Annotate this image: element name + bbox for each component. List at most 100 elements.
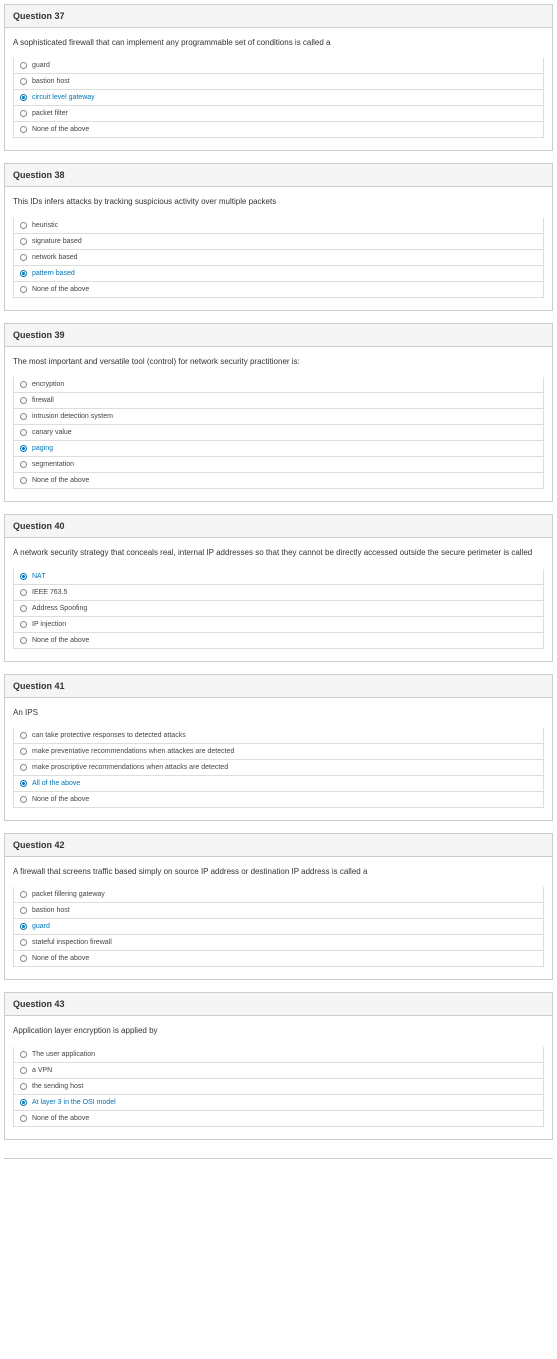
- answer-option[interactable]: IEEE 763.5: [13, 585, 544, 601]
- answer-option[interactable]: All of the above: [13, 776, 544, 792]
- answer-option[interactable]: signature based: [13, 234, 544, 250]
- radio-icon[interactable]: [20, 955, 27, 962]
- answer-option[interactable]: packet filter: [13, 106, 544, 122]
- answer-option[interactable]: bastion host: [13, 903, 544, 919]
- answer-option[interactable]: At layer 3 in the OSI model: [13, 1095, 544, 1111]
- answer-option[interactable]: a VPN: [13, 1063, 544, 1079]
- answer-option[interactable]: NAT: [13, 569, 544, 585]
- radio-icon[interactable]: [20, 1051, 27, 1058]
- answer-option[interactable]: packet fillering gateway: [13, 887, 544, 903]
- radio-icon[interactable]: [20, 605, 27, 612]
- answer-option[interactable]: bastion host: [13, 74, 544, 90]
- question-header: Question 40: [5, 515, 552, 538]
- radio-icon[interactable]: [20, 573, 27, 580]
- answer-option[interactable]: None of the above: [13, 473, 544, 489]
- questions-container: Question 37A sophisticated firewall that…: [4, 4, 553, 1140]
- answer-option[interactable]: make preventative recommendations when a…: [13, 744, 544, 760]
- answer-option[interactable]: None of the above: [13, 951, 544, 967]
- answer-label: IP injection: [32, 621, 66, 628]
- radio-icon[interactable]: [20, 780, 27, 787]
- radio-icon[interactable]: [20, 270, 27, 277]
- answer-option[interactable]: firewall: [13, 393, 544, 409]
- question-header: Question 38: [5, 164, 552, 187]
- answer-label: packet fillering gateway: [32, 891, 105, 898]
- radio-icon[interactable]: [20, 637, 27, 644]
- question-prompt: An IPS: [13, 708, 544, 718]
- radio-icon[interactable]: [20, 445, 27, 452]
- answer-option[interactable]: can take protective responses to detecte…: [13, 728, 544, 744]
- radio-icon[interactable]: [20, 222, 27, 229]
- radio-icon[interactable]: [20, 397, 27, 404]
- radio-icon[interactable]: [20, 413, 27, 420]
- answer-option[interactable]: segmentation: [13, 457, 544, 473]
- radio-icon[interactable]: [20, 286, 27, 293]
- radio-icon[interactable]: [20, 923, 27, 930]
- answer-label: None of the above: [32, 637, 89, 644]
- answer-option[interactable]: None of the above: [13, 633, 544, 649]
- answer-option[interactable]: heuristic: [13, 218, 544, 234]
- radio-icon[interactable]: [20, 477, 27, 484]
- answer-label: heuristic: [32, 222, 58, 229]
- radio-icon[interactable]: [20, 1083, 27, 1090]
- answer-option[interactable]: intrusion detection system: [13, 409, 544, 425]
- radio-icon[interactable]: [20, 748, 27, 755]
- answer-option[interactable]: guard: [13, 919, 544, 935]
- answer-label: IEEE 763.5: [32, 589, 67, 596]
- question-card: Question 42A firewall that screens traff…: [4, 833, 553, 980]
- radio-icon[interactable]: [20, 381, 27, 388]
- radio-icon[interactable]: [20, 939, 27, 946]
- answer-option[interactable]: None of the above: [13, 1111, 544, 1127]
- answer-option[interactable]: None of the above: [13, 792, 544, 808]
- answer-label: bastion host: [32, 78, 70, 85]
- answer-option[interactable]: Address Spoofing: [13, 601, 544, 617]
- radio-icon[interactable]: [20, 891, 27, 898]
- question-card: Question 40A network security strategy t…: [4, 514, 553, 661]
- radio-icon[interactable]: [20, 907, 27, 914]
- footer-divider: [4, 1158, 553, 1159]
- radio-icon[interactable]: [20, 429, 27, 436]
- answer-option[interactable]: the sending host: [13, 1079, 544, 1095]
- question-header: Question 37: [5, 5, 552, 28]
- radio-icon[interactable]: [20, 764, 27, 771]
- radio-icon[interactable]: [20, 1067, 27, 1074]
- radio-icon[interactable]: [20, 62, 27, 69]
- question-header: Question 39: [5, 324, 552, 347]
- question-body: A sophisticated firewall that can implem…: [5, 28, 552, 150]
- radio-icon[interactable]: [20, 621, 27, 628]
- answer-option[interactable]: guard: [13, 58, 544, 74]
- radio-icon[interactable]: [20, 94, 27, 101]
- radio-icon[interactable]: [20, 1099, 27, 1106]
- answer-option[interactable]: make proscriptive recommendations when a…: [13, 760, 544, 776]
- radio-icon[interactable]: [20, 461, 27, 468]
- radio-icon[interactable]: [20, 589, 27, 596]
- answer-option[interactable]: The user application: [13, 1047, 544, 1063]
- radio-icon[interactable]: [20, 78, 27, 85]
- radio-icon[interactable]: [20, 110, 27, 117]
- answer-label: pattern based: [32, 270, 75, 277]
- question-body: A network security strategy that conceal…: [5, 538, 552, 660]
- question-prompt: The most important and versatile tool (c…: [13, 357, 544, 367]
- radio-icon[interactable]: [20, 732, 27, 739]
- radio-icon[interactable]: [20, 238, 27, 245]
- radio-icon[interactable]: [20, 1115, 27, 1122]
- answer-label: At layer 3 in the OSI model: [32, 1099, 116, 1106]
- answer-label: None of the above: [32, 1115, 89, 1122]
- answer-label: packet filter: [32, 110, 68, 117]
- answer-option[interactable]: IP injection: [13, 617, 544, 633]
- answer-option[interactable]: paging: [13, 441, 544, 457]
- answer-option[interactable]: canary value: [13, 425, 544, 441]
- answer-option[interactable]: None of the above: [13, 282, 544, 298]
- question-body: Application layer encryption is applied …: [5, 1016, 552, 1138]
- answer-option[interactable]: circuit level gateway: [13, 90, 544, 106]
- radio-icon[interactable]: [20, 796, 27, 803]
- answer-option[interactable]: pattern based: [13, 266, 544, 282]
- answer-option[interactable]: network based: [13, 250, 544, 266]
- answer-option[interactable]: None of the above: [13, 122, 544, 138]
- question-body: This IDs infers attacks by tracking susp…: [5, 187, 552, 309]
- radio-icon[interactable]: [20, 254, 27, 261]
- answer-option[interactable]: encryption: [13, 377, 544, 393]
- answer-label: None of the above: [32, 796, 89, 803]
- radio-icon[interactable]: [20, 126, 27, 133]
- answer-option[interactable]: stateful inspection firewall: [13, 935, 544, 951]
- answer-label: a VPN: [32, 1067, 52, 1074]
